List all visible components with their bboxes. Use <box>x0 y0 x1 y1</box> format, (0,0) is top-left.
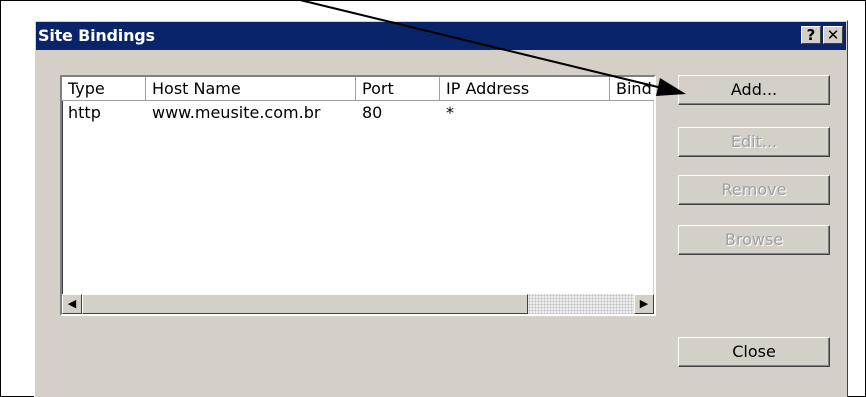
column-header-type[interactable]: Type <box>62 77 146 101</box>
table-row[interactable]: http www.meusite.com.br 80 * <box>62 103 654 125</box>
add-button[interactable]: Add... <box>678 75 830 105</box>
help-icon[interactable]: ? <box>801 26 821 44</box>
scroll-left-icon[interactable]: ◀ <box>62 294 82 314</box>
scroll-right-icon[interactable]: ▶ <box>634 294 654 314</box>
bindings-list[interactable]: Type Host Name Port IP Address Bind http… <box>60 75 656 316</box>
title-bar[interactable]: Site Bindings ? ✕ <box>36 22 846 50</box>
close-button[interactable]: Close <box>678 337 830 367</box>
edit-button[interactable]: Edit... <box>678 127 830 157</box>
scrollbar-track[interactable] <box>528 294 634 314</box>
cell-host-name: www.meusite.com.br <box>152 103 321 122</box>
browse-button[interactable]: Browse <box>678 225 830 255</box>
remove-button[interactable]: Remove <box>678 175 830 205</box>
dialog-title: Site Bindings <box>38 26 155 45</box>
horizontal-scrollbar[interactable]: ◀ ▶ <box>62 294 654 314</box>
scrollbar-thumb[interactable] <box>82 294 528 314</box>
cell-type: http <box>68 103 101 122</box>
close-icon[interactable]: ✕ <box>823 26 843 44</box>
site-bindings-dialog: Site Bindings ? ✕ Type Host Name Port IP… <box>34 20 848 397</box>
cell-port: 80 <box>362 103 383 122</box>
column-header-binding[interactable]: Bind <box>610 77 654 101</box>
column-header-port[interactable]: Port <box>356 77 440 101</box>
column-header-host-name[interactable]: Host Name <box>146 77 356 101</box>
cell-ip-address: * <box>446 103 454 122</box>
list-header: Type Host Name Port IP Address Bind <box>62 77 654 101</box>
column-header-ip-address[interactable]: IP Address <box>440 77 610 101</box>
